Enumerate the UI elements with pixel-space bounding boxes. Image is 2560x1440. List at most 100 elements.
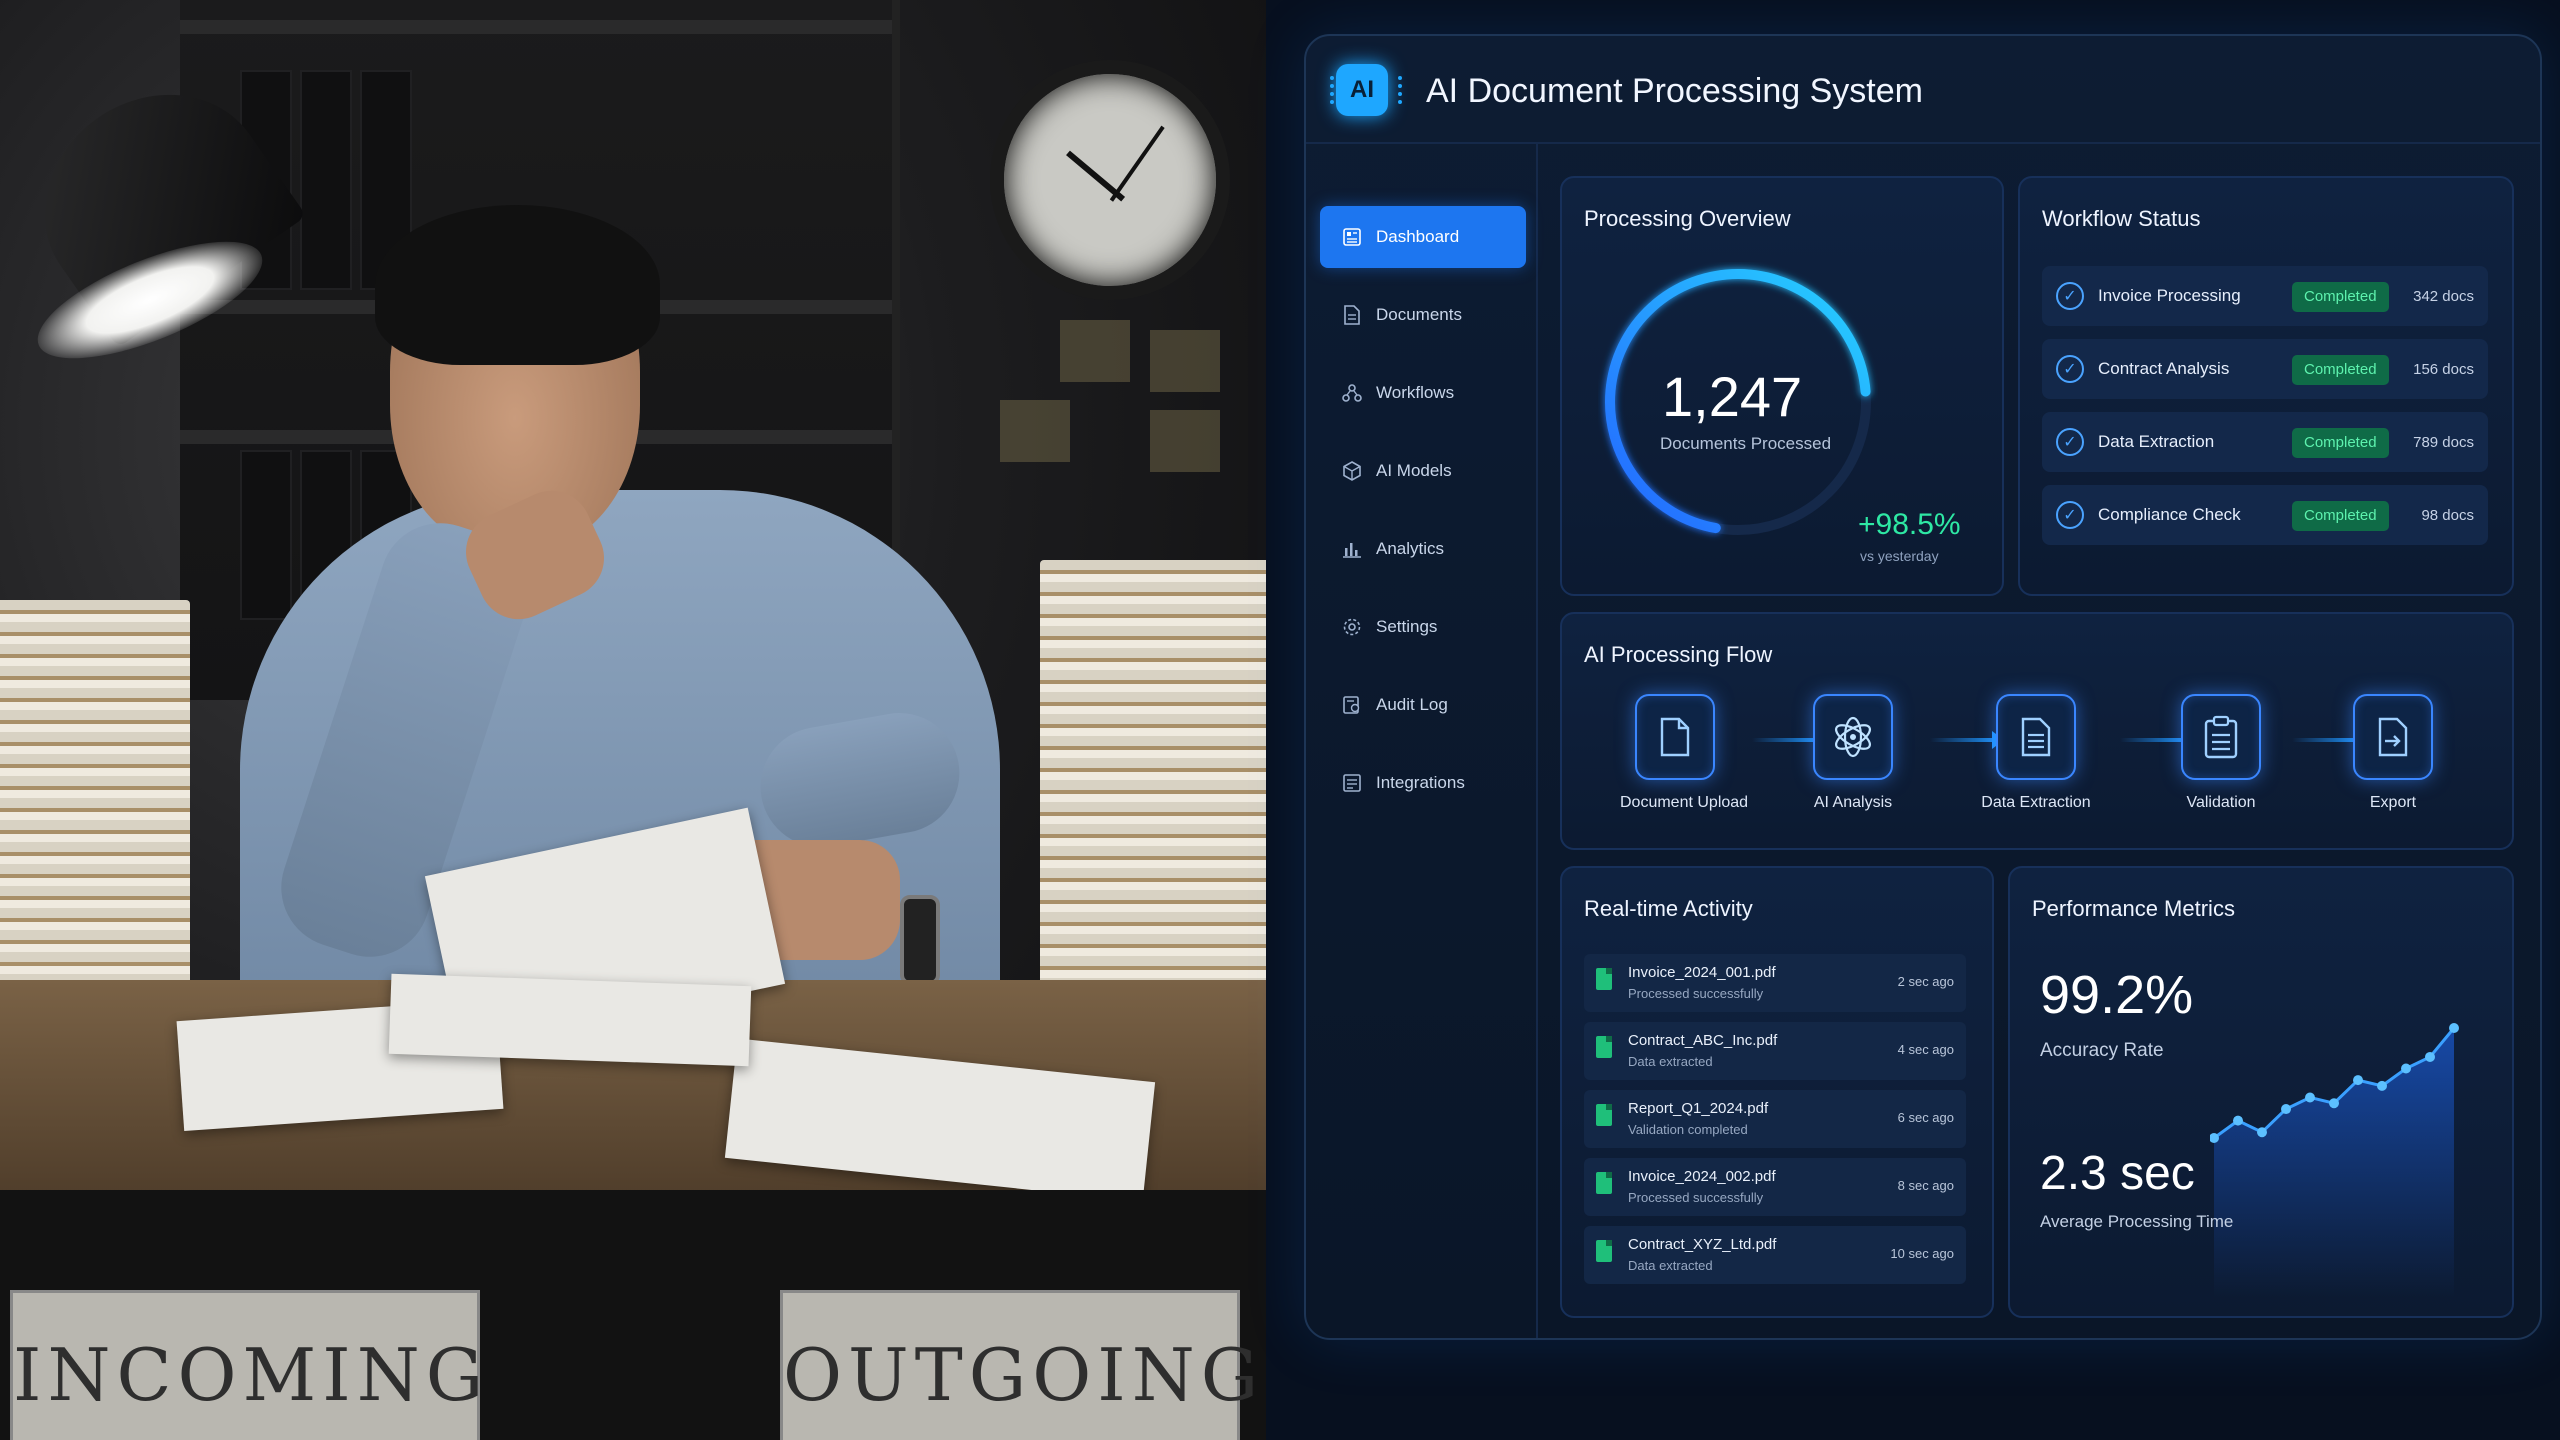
activity-row[interactable]: Contract_XYZ_Ltd.pdf Data extracted 10 s…	[1584, 1226, 1966, 1284]
activity-file: Contract_ABC_Inc.pdf	[1628, 1032, 1778, 1049]
delta-value: +98.5%	[1858, 508, 1961, 541]
flow-step-export[interactable]: Export	[2338, 694, 2448, 812]
header: AI AI Document Processing System	[1306, 36, 2540, 144]
workflow-name: Invoice Processing	[2098, 286, 2241, 305]
activity-file: Invoice_2024_001.pdf	[1628, 964, 1776, 981]
outgoing-box: OUTGOING	[780, 1290, 1265, 1440]
check-circle-icon: ✓	[2056, 501, 2084, 529]
flow-step-label: Document Upload	[1620, 794, 1749, 811]
clipboard-check-icon	[2181, 694, 2261, 780]
activity-status: Processed successfully	[1628, 1190, 1764, 1205]
flow-step-label: Export	[2369, 794, 2417, 811]
processing-time-label: Average Processing Time	[2040, 1212, 2234, 1231]
check-circle-icon: ✓	[2056, 282, 2084, 310]
sparkline-point	[2377, 1080, 2387, 1091]
flow-step-ai-analysis[interactable]: AI Analysis	[1798, 694, 1908, 812]
check-circle-icon: ✓	[2056, 355, 2084, 383]
status-badge: Completed	[2292, 282, 2389, 312]
status-badge: Completed	[2292, 501, 2389, 531]
sidebar-item-ai-models[interactable]: AI Models	[1320, 440, 1526, 502]
ai-processing-flow-card: AI Processing Flow Document Upload AI An…	[1560, 612, 2514, 850]
dashboard-icon	[1342, 227, 1362, 247]
flow-step-label: Validation	[2186, 794, 2256, 811]
workflow-count: 156 docs	[2413, 360, 2474, 378]
workflow-row[interactable]: ✓ Invoice Processing Completed 342 docs	[2042, 266, 2488, 326]
workflow-row[interactable]: ✓ Compliance Check Completed 98 docs	[2042, 485, 2488, 545]
sparkline-point	[2281, 1104, 2291, 1115]
sidebar-item-label: Dashboard	[1376, 227, 1460, 246]
sidebar-item-label: AI Models	[1376, 461, 1452, 480]
activity-status: Validation completed	[1628, 1122, 1748, 1137]
processing-time-value: 2.3 sec	[2040, 1147, 2195, 1200]
pdf-file-icon	[1596, 968, 1612, 990]
workflow-row[interactable]: ✓ Data Extraction Completed 789 docs	[2042, 412, 2488, 472]
activity-time: 10 sec ago	[1890, 1246, 1954, 1261]
activity-row[interactable]: Invoice_2024_001.pdf Processed successfu…	[1584, 954, 1966, 1012]
accuracy-value: 99.2%	[2040, 965, 2194, 1025]
workflow-name: Contract Analysis	[2098, 359, 2230, 378]
wall-clock	[990, 60, 1230, 300]
flow-step-label: Data Extraction	[1981, 794, 2091, 811]
sidebar-item-analytics[interactable]: Analytics	[1320, 518, 1526, 580]
file-export-icon	[2353, 694, 2433, 780]
cube-icon	[1342, 461, 1362, 481]
activity-time: 2 sec ago	[1897, 974, 1954, 989]
card-title: AI Processing Flow	[1584, 642, 1773, 667]
dashboard-window: AI AI Document Processing System Dashboa…	[1304, 34, 2542, 1340]
sidebar-item-audit-log[interactable]: Audit Log	[1320, 674, 1526, 736]
documents-processed-label: Documents Processed	[1660, 434, 1832, 453]
activity-row[interactable]: Invoice_2024_002.pdf Processed successfu…	[1584, 1158, 1966, 1216]
activity-file: Report_Q1_2024.pdf	[1628, 1100, 1769, 1117]
flow-step-label: AI Analysis	[1813, 794, 1893, 811]
activity-time: 8 sec ago	[1897, 1178, 1954, 1193]
sparkline-point	[2425, 1051, 2435, 1062]
activity-status: Data extracted	[1628, 1258, 1713, 1273]
trend-sparkline	[2210, 1023, 2459, 1298]
sidebar-item-settings[interactable]: Settings	[1320, 596, 1526, 658]
activity-status: Processed successfully	[1628, 986, 1764, 1001]
workflow-status-card: Workflow Status ✓ Invoice Processing Com…	[2018, 176, 2514, 596]
activity-row[interactable]: Report_Q1_2024.pdf Validation completed …	[1584, 1090, 1966, 1148]
flow-step-validation[interactable]: Validation	[2166, 694, 2276, 812]
card-title: Real-time Activity	[1584, 896, 1753, 921]
sidebar-item-integrations[interactable]: Integrations	[1320, 752, 1526, 814]
sparkline-point	[2257, 1127, 2267, 1138]
workflow-name: Compliance Check	[2098, 505, 2241, 524]
status-badge: Completed	[2292, 355, 2389, 385]
pdf-file-icon	[1596, 1104, 1612, 1126]
card-title: Workflow Status	[2042, 206, 2201, 231]
realtime-activity-card: Real-time Activity Invoice_2024_001.pdf …	[1560, 866, 1994, 1318]
pdf-file-icon	[1596, 1172, 1612, 1194]
check-circle-icon: ✓	[2056, 428, 2084, 456]
file-icon	[1635, 694, 1715, 780]
flow-step-document-upload[interactable]: Document Upload	[1620, 694, 1749, 812]
workflow-row[interactable]: ✓ Contract Analysis Completed 156 docs	[2042, 339, 2488, 399]
flow-step-data-extraction[interactable]: Data Extraction	[1966, 694, 2106, 812]
app-title: AI Document Processing System	[1426, 72, 1923, 110]
activity-row[interactable]: Contract_ABC_Inc.pdf Data extracted 4 se…	[1584, 1022, 1966, 1080]
status-badge: Completed	[2292, 428, 2389, 458]
activity-file: Contract_XYZ_Ltd.pdf	[1628, 1236, 1777, 1253]
bar-chart-icon	[1342, 539, 1362, 559]
sparkline-point	[2449, 1023, 2459, 1033]
sparkline-point	[2305, 1092, 2315, 1103]
sidebar-item-label: Integrations	[1376, 773, 1465, 792]
sidebar-item-label: Settings	[1376, 617, 1438, 636]
card-title: Performance Metrics	[2032, 896, 2235, 921]
delta-label: vs yesterday	[1860, 548, 1939, 564]
sidebar-item-documents[interactable]: Documents	[1320, 284, 1526, 346]
workflow-count: 789 docs	[2413, 433, 2474, 451]
outgoing-label: OUTGOING	[783, 1333, 1265, 1417]
audit-icon	[1342, 695, 1362, 715]
integrations-icon	[1342, 773, 1362, 793]
activity-time: 4 sec ago	[1897, 1042, 1954, 1057]
activity-time: 6 sec ago	[1897, 1110, 1954, 1125]
gear-icon	[1342, 617, 1362, 637]
sparkline-point	[2353, 1075, 2363, 1086]
sidebar: Dashboard Documents Workflows AI Models …	[1306, 144, 1538, 1338]
sidebar-item-workflows[interactable]: Workflows	[1320, 362, 1526, 424]
performance-metrics-card: Performance Metrics 99.2% Accuracy Rate …	[2008, 866, 2514, 1318]
sidebar-item-dashboard[interactable]: Dashboard	[1320, 206, 1526, 268]
sidebar-item-label: Workflows	[1376, 383, 1455, 402]
sparkline-point	[2329, 1098, 2339, 1109]
